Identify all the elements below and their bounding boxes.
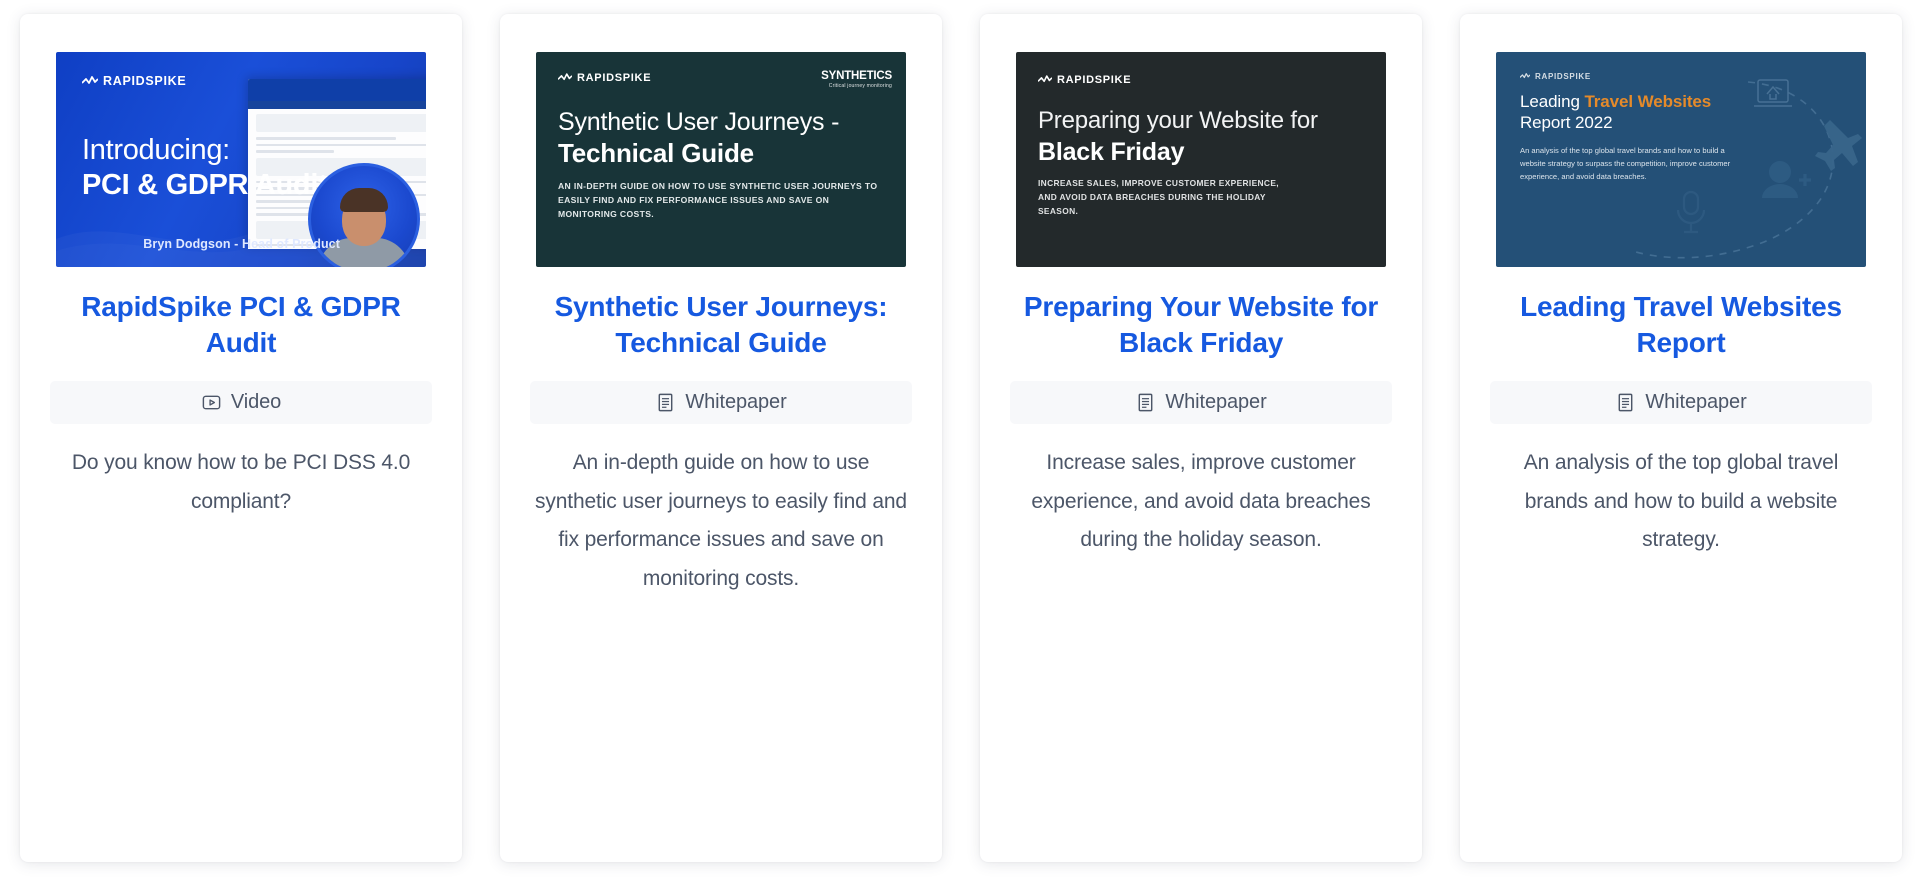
rapidspike-logo: RAPIDSPIKE xyxy=(1038,74,1131,86)
card-title[interactable]: Leading Travel Websites Report xyxy=(1490,289,1872,361)
thumbnail-heading: Leading Travel Websites Report 2022 xyxy=(1520,92,1806,133)
rapidspike-wordmark: RAPIDSPIKE xyxy=(1535,72,1591,81)
document-icon xyxy=(1618,393,1633,411)
rapidspike-logo: RAPIDSPIKE xyxy=(82,74,186,88)
rapidspike-wordmark: RAPIDSPIKE xyxy=(1057,74,1132,86)
card-thumbnail-whitepaper[interactable]: RAPIDSPIKE SYNTHETICS Critical journey m… xyxy=(536,52,906,267)
thumbnail-subheading: Black Friday xyxy=(1038,138,1185,166)
card-type-badge-video: Video xyxy=(50,380,432,424)
rapidspike-mark-icon xyxy=(82,75,98,84)
badge-label: Video xyxy=(230,390,282,413)
rapidspike-mark-icon xyxy=(1520,73,1530,79)
card-description: An in-depth guide on how to use syntheti… xyxy=(535,450,907,591)
resource-card[interactable]: RAPIDSPIKE Introducing: PCI & GDPR Audit… xyxy=(20,14,462,862)
thumbnail-body: INCREASE SALES, IMPROVE CUSTOMER EXPERIE… xyxy=(1038,178,1279,217)
card-title[interactable]: Synthetic User Journeys: Technical Guide xyxy=(530,289,912,361)
rapidspike-wordmark: RAPIDSPIKE xyxy=(103,74,187,88)
synthetics-tagline: Critical journey monitoring xyxy=(828,83,892,89)
rapidspike-wordmark: RAPIDSPIKE xyxy=(577,72,652,84)
card-title[interactable]: RapidSpike PCI & GDPR Audit xyxy=(50,289,432,361)
resource-card[interactable]: RAPIDSPIKE SYNTHETICS Critical journey m… xyxy=(500,14,942,862)
card-thumbnail-whitepaper[interactable]: RAPIDSPIKE Preparing your Website for Bl… xyxy=(1016,52,1386,267)
thumbnail-heading: Synthetic User Journeys - xyxy=(558,108,840,136)
thumbnail-heading: Introducing: xyxy=(82,134,230,166)
card-type-badge-whitepaper: Whitepaper xyxy=(1490,380,1872,424)
resource-card-grid: RAPIDSPIKE Introducing: PCI & GDPR Audit… xyxy=(0,0,1928,888)
card-description: Do you know how to be PCI DSS 4.0 compli… xyxy=(71,450,411,513)
card-type-badge-whitepaper: Whitepaper xyxy=(530,380,912,424)
thumbnail-body: An analysis of the top global travel bra… xyxy=(1520,146,1731,182)
synthetics-wordmark: SYNTHETICS xyxy=(821,70,892,82)
rapidspike-logo: RAPIDSPIKE xyxy=(1520,72,1591,81)
document-icon xyxy=(658,393,673,411)
resource-card[interactable]: RAPIDSPIKE Preparing your Website for Bl… xyxy=(980,14,1422,862)
presenter-avatar xyxy=(308,163,420,267)
card-title[interactable]: Preparing Your Website for Black Friday xyxy=(1010,289,1392,361)
rapidspike-logo: RAPIDSPIKE xyxy=(558,72,651,84)
resource-card[interactable]: RAPIDSPIKE Leading Travel Websites Repor… xyxy=(1460,14,1902,862)
heading-line2: Report 2022 xyxy=(1520,112,1613,132)
document-icon xyxy=(1138,393,1153,411)
card-thumbnail-report[interactable]: RAPIDSPIKE Leading Travel Websites Repor… xyxy=(1496,52,1866,267)
card-thumbnail-video[interactable]: RAPIDSPIKE Introducing: PCI & GDPR Audit… xyxy=(56,52,426,267)
card-type-badge-whitepaper: Whitepaper xyxy=(1010,380,1392,424)
card-description: Increase sales, improve customer experie… xyxy=(1031,450,1371,552)
thumbnail-credit: Bryn Dodgson - Head of Product xyxy=(143,237,340,251)
thumbnail-subheading: PCI & GDPR Audit xyxy=(82,169,328,201)
heading-lead: Leading xyxy=(1520,92,1585,111)
synthetics-logo: SYNTHETICS Critical journey monitoring xyxy=(821,70,892,89)
badge-label: Whitepaper xyxy=(685,390,787,413)
badge-label: Whitepaper xyxy=(1165,390,1267,413)
heading-highlight: Travel Websites xyxy=(1584,92,1712,111)
thumbnail-heading: Preparing your Website for xyxy=(1038,107,1318,134)
thumbnail-body: AN IN-DEPTH GUIDE ON HOW TO USE SYNTHETI… xyxy=(558,181,878,219)
card-description: An analysis of the top global travel bra… xyxy=(1523,450,1839,552)
rapidspike-mark-icon xyxy=(558,73,572,81)
thumbnail-subheading: Technical Guide xyxy=(558,138,754,168)
rapidspike-mark-icon xyxy=(1038,75,1052,83)
badge-label: Whitepaper xyxy=(1645,390,1747,413)
video-icon xyxy=(202,395,221,410)
